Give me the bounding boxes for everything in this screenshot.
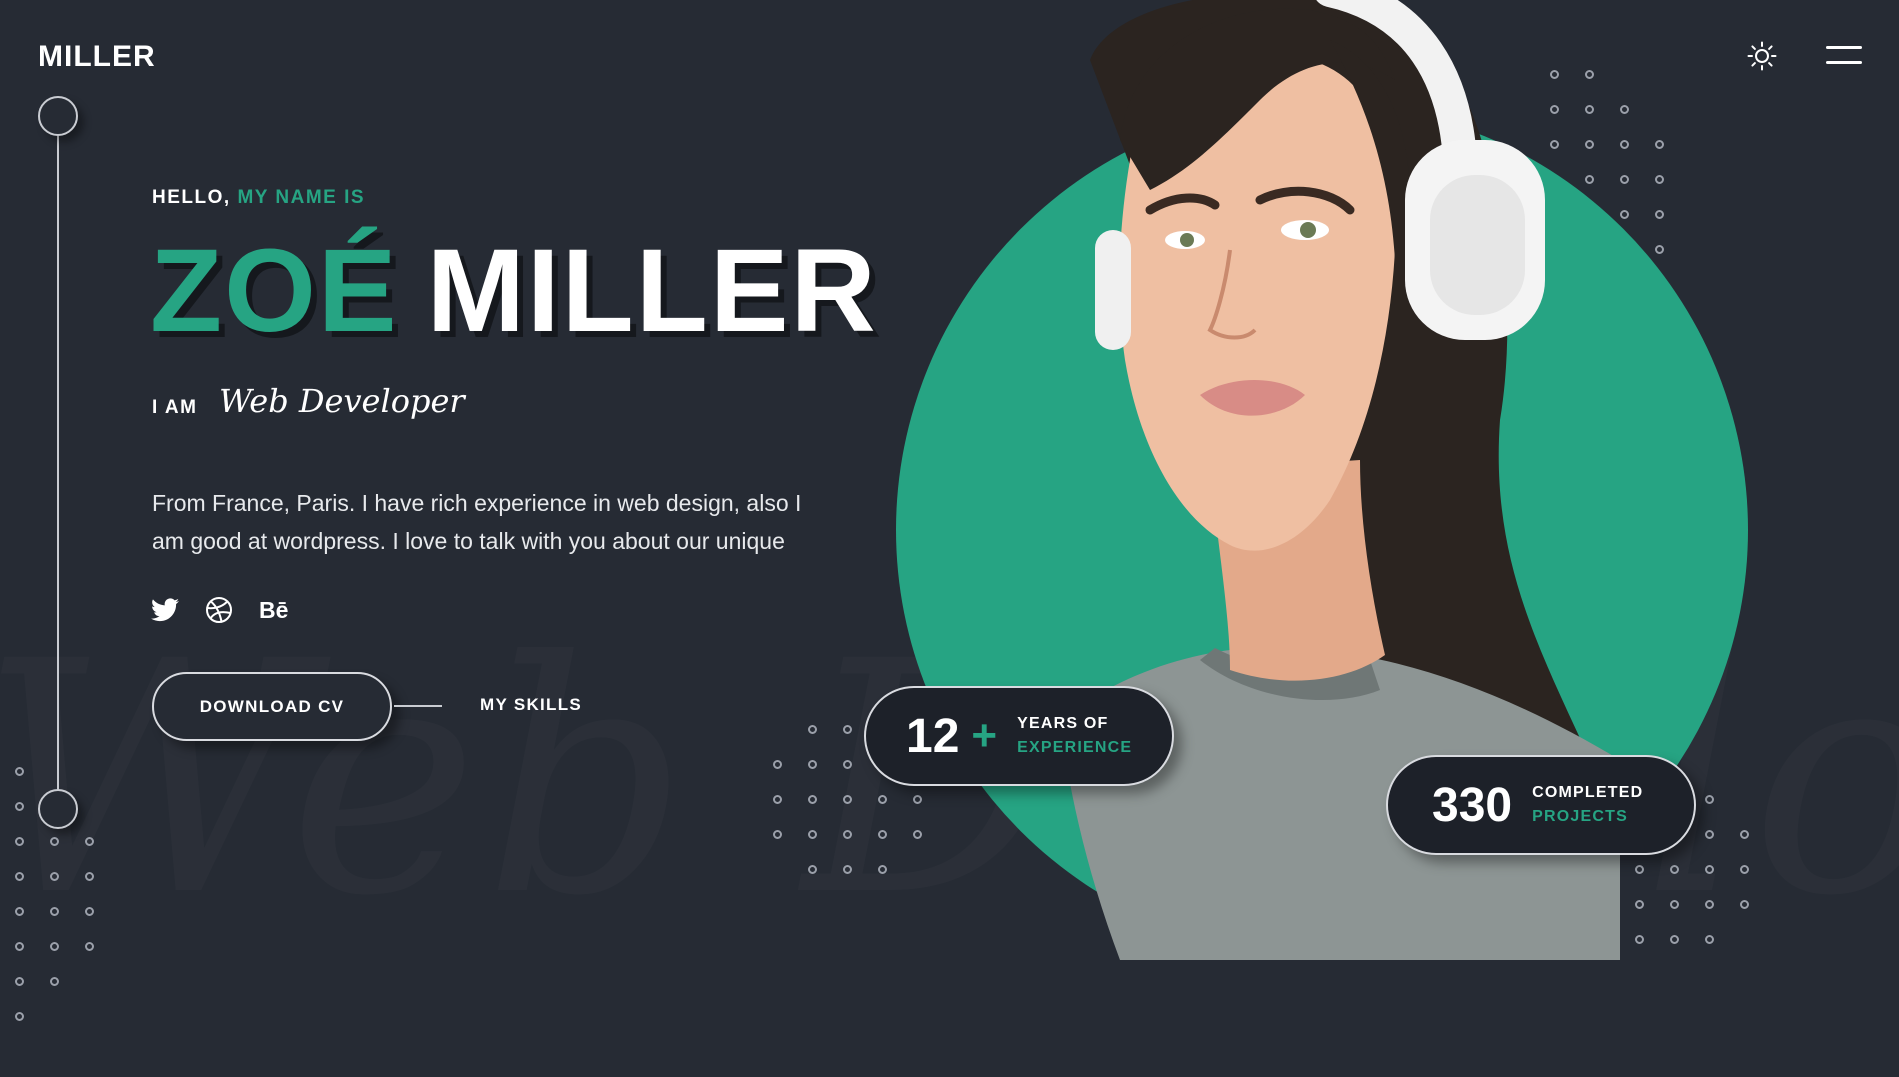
dribbble-icon — [206, 597, 232, 623]
experience-number: 12 — [906, 709, 960, 763]
hero-name: ZOÉ MILLER — [150, 232, 878, 350]
scroll-knob-top[interactable] — [38, 96, 78, 136]
sun-icon — [1747, 41, 1777, 71]
scroll-track-line — [57, 136, 59, 790]
site-logo[interactable]: MILLER — [38, 40, 156, 74]
menu-icon-line — [1826, 46, 1862, 49]
behance-link[interactable]: Bē — [259, 596, 288, 624]
twitter-link[interactable] — [151, 596, 179, 624]
greeting-prefix: HELLO, — [152, 187, 231, 208]
role-prefix: I AM — [152, 397, 198, 418]
my-skills-link[interactable]: MY SKILLS — [480, 695, 582, 715]
last-name: MILLER — [426, 225, 878, 357]
projects-number: 330 — [1432, 778, 1513, 832]
button-connector-line — [394, 705, 442, 707]
first-name: ZOÉ — [150, 225, 399, 357]
social-links: Bē — [151, 596, 288, 624]
greeting-accent: MY NAME IS — [237, 187, 366, 208]
dribbble-link[interactable] — [205, 596, 233, 624]
menu-button[interactable] — [1826, 44, 1864, 68]
download-cv-button[interactable]: DOWNLOAD CV — [152, 672, 392, 741]
twitter-icon — [151, 598, 179, 622]
theme-toggle-button[interactable] — [1744, 38, 1780, 74]
experience-label-line2: EXPERIENCE — [1017, 739, 1133, 756]
experience-stat-card: 12 + YEARS OF EXPERIENCE — [864, 686, 1174, 786]
behance-icon: Bē — [259, 596, 289, 623]
projects-stat-card: 330 COMPLETED PROJECTS — [1386, 755, 1696, 855]
projects-label-line1: COMPLETED — [1532, 784, 1644, 801]
greeting: HELLO, MY NAME IS — [152, 187, 365, 209]
role-title: Web Developer — [219, 382, 465, 420]
experience-label: YEARS OF EXPERIENCE — [1017, 712, 1132, 760]
projects-label: COMPLETED PROJECTS — [1532, 781, 1643, 829]
dot-pattern-left — [15, 767, 105, 1027]
experience-plus: + — [971, 711, 998, 760]
projects-label-line2: PROJECTS — [1532, 808, 1628, 825]
intro-text: From France, Paris. I have rich experien… — [152, 490, 802, 554]
menu-icon-line — [1826, 61, 1862, 64]
experience-label-line1: YEARS OF — [1017, 715, 1109, 732]
page: Web Developer MILLER HELLO, MY NAME IS — [0, 0, 1899, 1077]
